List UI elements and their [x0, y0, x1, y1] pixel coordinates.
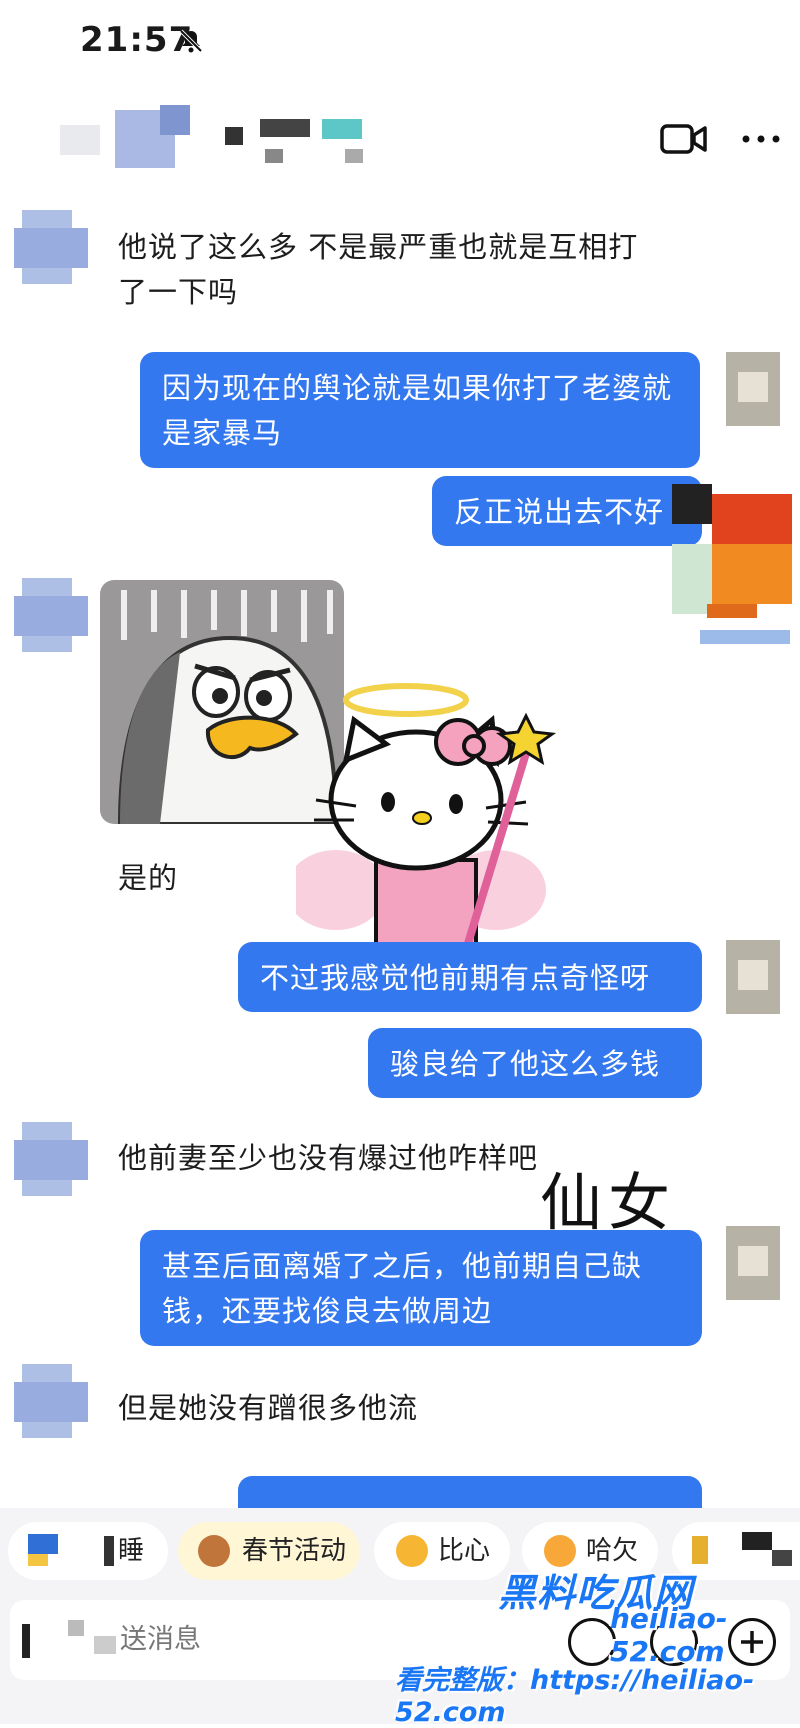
message-outgoing[interactable]: 不过我感觉他前期有点奇怪呀: [238, 942, 702, 1012]
quick-action-sleep[interactable]: 睡: [8, 1522, 168, 1580]
contact-avatar[interactable]: [14, 1122, 88, 1196]
muted-bell-icon: [179, 29, 203, 53]
pixelated-icon: [94, 1636, 116, 1654]
message-outgoing[interactable]: 因为现在的舆论就是如果你打了老婆就是家暴马: [140, 352, 700, 468]
contact-avatar[interactable]: [14, 578, 88, 652]
pixelated-icon: [28, 1554, 48, 1566]
heart-hands-icon: [396, 1535, 428, 1567]
more-options-icon[interactable]: [738, 128, 784, 150]
pixelated-icon: [28, 1534, 58, 1554]
my-avatar[interactable]: [716, 940, 790, 1014]
message-incoming[interactable]: 他说了这么多 不是最严重也就是互相打了一下吗: [118, 225, 658, 315]
my-avatar[interactable]: [716, 352, 790, 426]
pixelated-icon: [104, 1536, 114, 1566]
quick-action-spring-festival[interactable]: 春节活动: [178, 1522, 360, 1580]
quick-action-label: 春节活动: [242, 1536, 347, 1566]
status-time: 21:57: [80, 20, 194, 60]
bear-icon: [198, 1535, 230, 1567]
message-outgoing[interactable]: 甚至后面离婚了之后，他前期自己缺钱，还要找俊良去做周边: [140, 1230, 702, 1346]
overlay-text: 仙女: [540, 1166, 677, 1239]
watermark-url: 看完整版：https://heiliao-52.com: [395, 1665, 755, 1728]
my-avatar[interactable]: [716, 1226, 790, 1300]
message-incoming[interactable]: 是的: [118, 856, 318, 901]
input-placeholder: 送消息: [120, 1624, 201, 1655]
message-outgoing[interactable]: 反正说出去不好: [432, 476, 702, 546]
pixelated-icon: [692, 1536, 708, 1564]
quick-action-label: 睡: [118, 1536, 145, 1566]
quick-action-label: 比心: [438, 1536, 491, 1566]
pixelated-icon: [68, 1620, 84, 1636]
video-call-icon[interactable]: [660, 122, 708, 156]
pixelated-icon: [772, 1550, 792, 1566]
pixelated-icon: [22, 1624, 30, 1658]
quick-action-heart[interactable]: 比心: [374, 1522, 510, 1580]
contact-name-redacted[interactable]: [60, 105, 363, 175]
sticker-pixelated: [672, 484, 800, 664]
message-incoming[interactable]: 但是她没有蹭很多他流: [118, 1386, 498, 1431]
pixelated-icon: [742, 1532, 772, 1550]
message-outgoing[interactable]: 骏良给了他这么多钱: [368, 1028, 702, 1098]
contact-avatar[interactable]: [14, 1364, 88, 1438]
contact-avatar[interactable]: [14, 210, 88, 284]
